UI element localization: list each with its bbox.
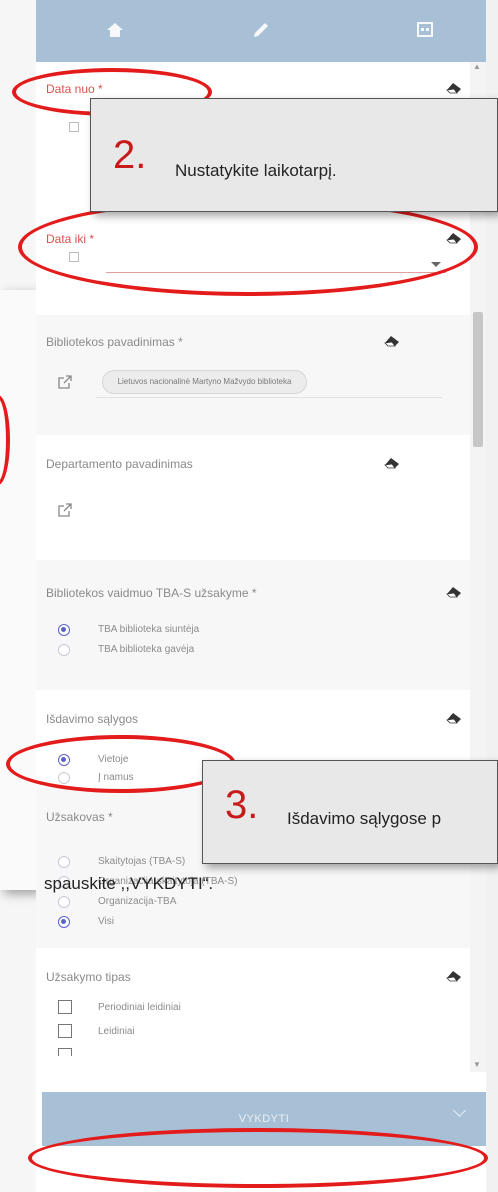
option-label: TBA biblioteka gavėja [98,644,195,655]
library-role-label: Bibliotekos vaidmuo TBA-S užsakyme * [46,586,257,600]
library-name-label: Bibliotekos pavadinimas * [46,335,183,349]
calendar-icon[interactable] [414,20,436,42]
radio-library-sender[interactable] [58,624,70,636]
external-link-icon[interactable] [58,503,72,517]
step-text: Išdavimo sąlygose p [287,809,442,828]
library-role-section: Bibliotekos vaidmuo TBA-S užsakyme * TBA… [36,560,470,690]
scroll-down-icon[interactable]: ▼ [473,1060,481,1069]
eraser-icon[interactable] [384,335,400,347]
radio-library-receiver[interactable] [58,644,70,656]
date-to-section: Data iki * [36,212,470,315]
pencil-icon[interactable] [250,20,272,42]
checkbox-publications[interactable] [58,1024,72,1038]
chevron-down-icon[interactable] [431,262,441,267]
option-label: Į namus [98,772,134,783]
radio-issue-home[interactable] [58,772,70,784]
date-to-input[interactable] [106,272,446,273]
step-number: 3. [225,783,259,827]
background-dialog [0,290,37,890]
date-from-label: Data nuo * [46,82,103,96]
library-underline [96,397,442,398]
external-link-icon[interactable] [58,375,72,389]
option-label: Visi [98,916,114,927]
step-number: 2. [113,133,147,177]
eraser-icon[interactable] [446,586,462,598]
department-label: Departamento pavadinimas [46,457,193,471]
callout-step-3: 3. Išdavimo sąlygose p [202,760,498,864]
order-type-label: Užsakymo tipas [46,970,131,984]
step-text: Nustatykite laikotarpį. [175,161,337,180]
order-type-section: Užsakymo tipas Periodiniai leidiniai Lei… [36,948,470,1082]
home-icon[interactable] [104,20,126,42]
eraser-icon[interactable] [446,970,462,982]
checkbox-partial[interactable] [58,1048,72,1056]
panel-footer: VYKDYTI [36,1082,486,1192]
callout-step-2: 2. Nustatykite laikotarpį. [90,98,498,212]
scroll-thumb[interactable] [473,312,483,447]
date-to-checkbox[interactable] [69,252,79,262]
customer-label: Užsakovas * [46,810,113,824]
date-from-checkbox[interactable] [69,122,79,132]
eraser-icon[interactable] [384,457,400,469]
department-section: Departamento pavadinimas [36,435,470,540]
panel-toolbar [36,0,486,62]
option-label: Periodiniai leidiniai [98,1002,181,1013]
option-label: Vietoje [98,754,129,765]
option-label: Leidiniai [98,1026,135,1037]
date-to-label: Data iki * [46,232,95,246]
checkbox-periodicals[interactable] [58,1000,72,1014]
eraser-icon[interactable] [446,82,462,94]
library-chip[interactable]: Lietuvos nacionalinė Martyno Mažvydo bib… [102,370,307,394]
execute-button[interactable]: VYKDYTI [42,1092,486,1146]
eraser-icon[interactable] [446,712,462,724]
radio-customer-all[interactable] [58,916,70,928]
eraser-icon[interactable] [446,232,462,244]
scroll-up-icon[interactable]: ▲ [473,62,481,71]
radio-issue-onsite[interactable] [58,754,70,766]
issue-conditions-label: Išdavimo sąlygos [46,712,139,726]
library-name-section: Bibliotekos pavadinimas * Lietuvos nacio… [36,315,470,435]
callout-step-3-cont: spauskite ,,VYKDYTI“. [0,858,498,904]
step-text: spauskite ,,VYKDYTI“. [44,874,214,893]
panel-scrollbar[interactable]: ▲ ▼ [470,62,486,1072]
option-label: TBA biblioteka siuntėja [98,624,200,635]
